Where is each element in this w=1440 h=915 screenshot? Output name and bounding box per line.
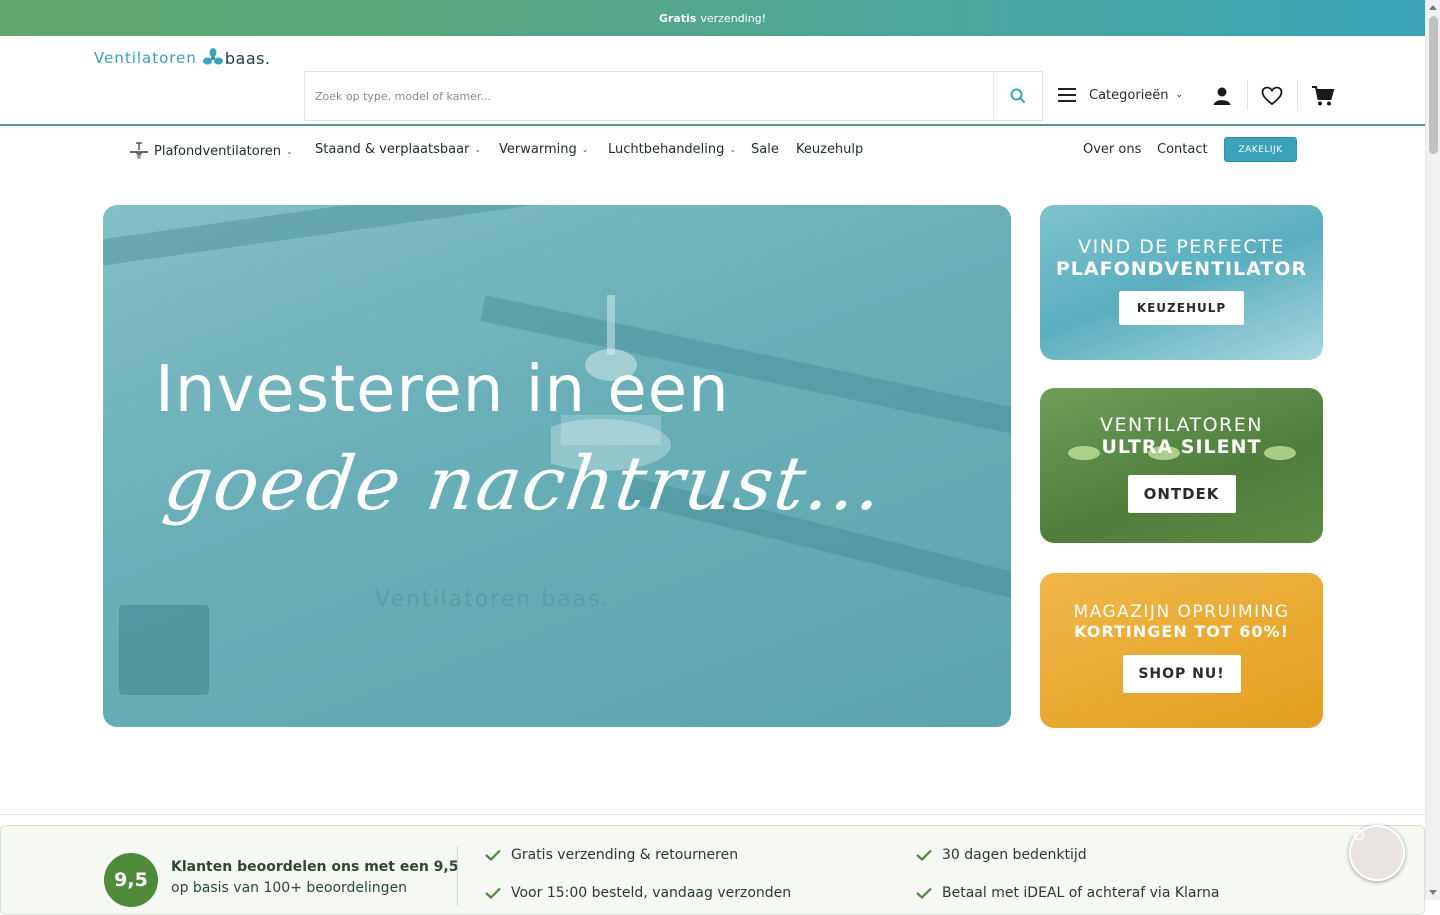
ceiling-fan-icon <box>130 142 148 159</box>
usp-text: Gratis verzending & retourneren <box>511 847 739 863</box>
logo-text-ventilatoren: Ventilatoren <box>94 49 197 67</box>
usp-text: 30 dagen bedenktijd <box>942 847 1087 863</box>
logo-fan-icon <box>202 48 223 65</box>
scroll-up-arrow-icon[interactable] <box>1429 5 1437 10</box>
checkmark-icon <box>916 849 932 861</box>
nav-item-over-ons[interactable]: Over ons <box>1083 142 1141 157</box>
promo-title-line1: MAGAZIJN OPRUIMING <box>1073 602 1290 622</box>
chevron-down-icon: ⌄ <box>1175 90 1184 100</box>
chevron-down-icon: ⌄ <box>581 145 589 154</box>
header-divider <box>1247 80 1248 110</box>
categories-label: Categorieën <box>1089 87 1169 103</box>
categories-menu-button[interactable]: Categorieën ⌄ <box>1058 84 1183 106</box>
announcement-bold: Gratis <box>658 11 697 25</box>
nav-label: Plafondventilatoren <box>154 143 282 159</box>
promo-title-line2: ULTRA SILENT <box>1101 435 1262 458</box>
promo-card-ultra-silent[interactable]: VENTILATOREN ULTRA SILENT ONTDEK <box>1040 388 1323 543</box>
nav-label: Sale <box>751 142 779 157</box>
search-button[interactable] <box>993 72 1042 120</box>
ontdek-button[interactable]: ONTDEK <box>1127 474 1236 513</box>
zakelijk-button[interactable]: ZAKELIJK <box>1224 137 1297 162</box>
checkmark-icon <box>485 887 501 899</box>
wishlist-button[interactable] <box>1259 84 1285 108</box>
shopping-cart-icon <box>1312 86 1335 106</box>
hamburger-icon <box>1058 88 1076 102</box>
promo-card-keuzehulp[interactable]: VIND DE PERFECTE PLAFONDVENTILATOR KEUZE… <box>1040 205 1323 360</box>
trust-divider <box>457 846 458 906</box>
nav-label: Over ons <box>1083 142 1142 157</box>
nav-item-staand-verplaatsbaar[interactable]: Staand & verplaatsbaar ⌄ <box>315 142 481 157</box>
usp-item: Betaal met iDEAL of achteraf via Klarna <box>916 885 1219 901</box>
hero-watermark-logo: Ventilatoren baas. <box>375 587 611 612</box>
whatsapp-badge[interactable] <box>1349 825 1405 881</box>
review-score-badge: 9,5 <box>104 853 158 907</box>
site-logo[interactable]: Ventilatoren baas. <box>94 48 271 68</box>
logo-text-baas: baas. <box>224 48 271 68</box>
whatsapp-icon <box>1353 829 1365 841</box>
cart-button[interactable] <box>1310 84 1336 108</box>
hero-banner[interactable]: Investeren in een goede nachtrust... Ven… <box>103 205 1011 727</box>
nav-label: Keuzehulp <box>796 142 864 157</box>
promo-decor-lamp <box>1068 446 1100 460</box>
usp-item: Gratis verzending & retourneren <box>485 847 738 863</box>
promo-title-line1: VIND DE PERFECTE <box>1078 236 1285 258</box>
chevron-down-icon: ⌄ <box>729 145 737 154</box>
search-bar <box>304 71 1043 121</box>
usp-item: 30 dagen bedenktijd <box>916 847 1087 863</box>
announcement-text: verzending! <box>700 11 767 25</box>
search-input[interactable] <box>305 72 993 120</box>
usp-item: Voor 15:00 besteld, vandaag verzonden <box>485 885 791 901</box>
main-navigation: Plafondventilatoren ⌄ Staand & verplaats… <box>0 128 1425 172</box>
nav-label: Contact <box>1157 142 1208 157</box>
announcement-bar: Gratis verzending! <box>0 0 1425 36</box>
review-summary-title: Klanten beoordelen ons met een 9,5 <box>171 859 459 875</box>
nav-item-sale[interactable]: Sale <box>751 142 779 157</box>
promo-card-magazijn-opruiming[interactable]: MAGAZIJN OPRUIMING KORTINGEN TOT 60%! SH… <box>1040 573 1323 728</box>
review-summary-subtitle: op basis van 100+ beoordelingen <box>171 880 408 896</box>
scrollbar-thumb[interactable] <box>1429 16 1438 154</box>
promo-title-line2: PLAFONDVENTILATOR <box>1055 257 1308 280</box>
hero-headline: Investeren in een <box>155 353 730 427</box>
promo-decor-lamp <box>1264 446 1296 460</box>
nav-item-verwarming[interactable]: Verwarming ⌄ <box>499 142 588 157</box>
usp-text: Voor 15:00 besteld, vandaag verzonden <box>511 885 792 901</box>
usp-text: Betaal met iDEAL of achteraf via Klarna <box>942 885 1220 901</box>
hero-decor-beam <box>103 205 758 271</box>
chevron-down-icon: ⌄ <box>474 145 482 154</box>
heart-icon <box>1261 86 1283 106</box>
hero-script-line: goede nachtrust... <box>158 441 890 527</box>
promo-title-line2: KORTINGEN TOT 60%! <box>1074 621 1289 641</box>
nav-item-plafondventilatoren[interactable]: Plafondventilatoren ⌄ <box>129 142 293 160</box>
checkmark-icon <box>485 849 501 861</box>
nav-item-keuzehulp[interactable]: Keuzehulp <box>796 142 863 157</box>
user-icon <box>1213 87 1231 105</box>
nav-label: Verwarming <box>499 142 577 157</box>
nav-label: Staand & verplaatsbaar <box>315 142 470 157</box>
nav-item-luchtbehandeling[interactable]: Luchtbehandeling ⌄ <box>608 142 736 157</box>
shop-nu-button[interactable]: SHOP NU! <box>1122 654 1241 693</box>
page-scrollbar[interactable] <box>1425 0 1440 900</box>
hero-decor-shelf <box>119 605 209 695</box>
checkmark-icon <box>916 887 932 899</box>
scroll-down-arrow-icon[interactable] <box>1429 890 1437 895</box>
section-divider <box>0 814 1425 815</box>
promo-title-line1: VENTILATOREN <box>1100 414 1263 436</box>
search-icon <box>1010 88 1026 104</box>
nav-label: Luchtbehandeling <box>608 142 725 157</box>
header-divider <box>1297 80 1298 110</box>
nav-item-contact[interactable]: Contact <box>1157 142 1208 157</box>
chevron-down-icon: ⌄ <box>286 146 293 156</box>
keuzehulp-button[interactable]: KEUZEHULP <box>1119 290 1244 325</box>
account-button[interactable] <box>1209 84 1235 108</box>
